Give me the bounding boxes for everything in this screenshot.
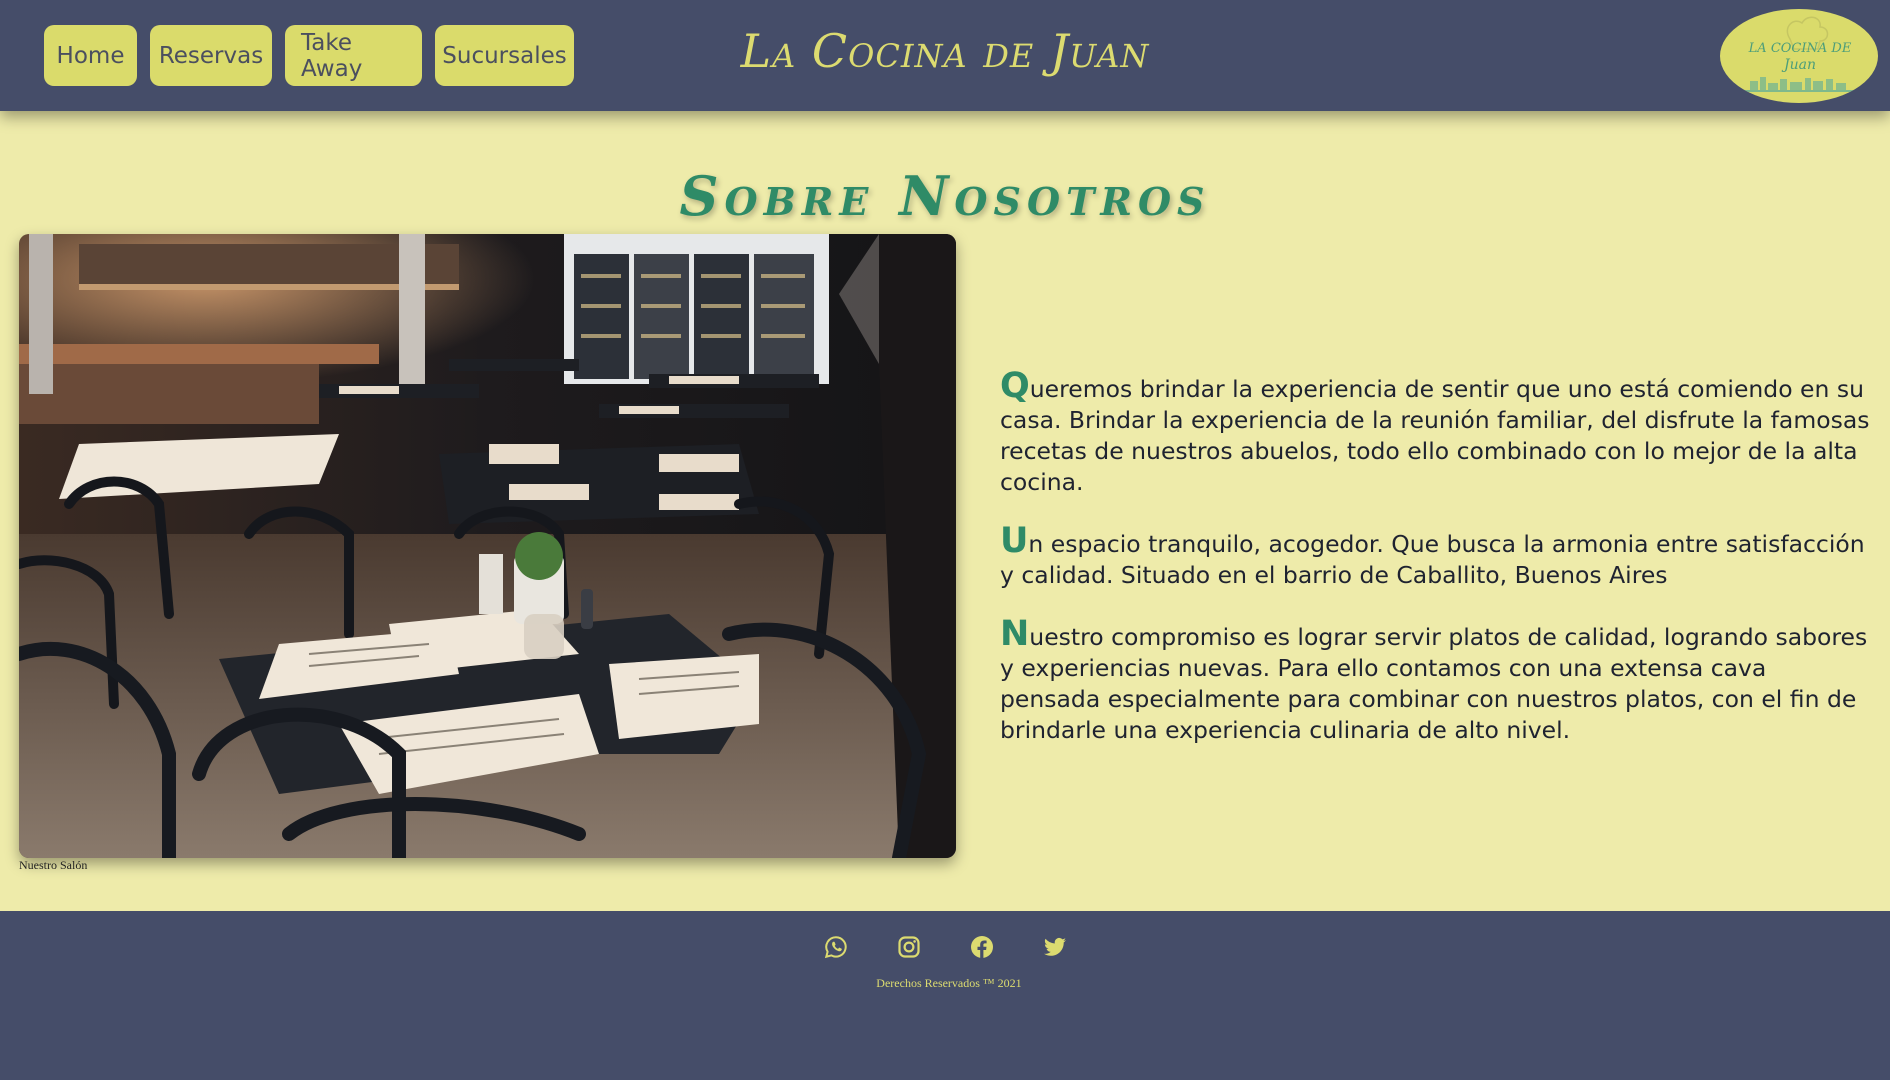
about-paragraph: Un espacio tranquilo, acogedor. Que busc… <box>1000 524 1870 591</box>
instagram-icon[interactable] <box>897 935 921 959</box>
about-paragraph: Nuestro compromiso es lograr servir plat… <box>1000 617 1870 746</box>
drop-cap: U <box>1000 521 1029 561</box>
site-footer: Derechos Reservados ™ 2021 <box>0 911 1890 1080</box>
about-paragraph: Queremos brindar la experiencia de senti… <box>1000 369 1870 498</box>
drop-cap: N <box>1000 614 1030 654</box>
nav-sucursales-button[interactable]: Sucursales <box>435 25 574 86</box>
svg-text:Juan: Juan <box>1781 57 1816 73</box>
site-header: Home Reservas Take Away Sucursales La Co… <box>0 0 1890 111</box>
section-title: Sobre Nosotros <box>679 164 1211 229</box>
paragraph-text: ueremos brindar la experiencia de sentir… <box>1000 375 1870 496</box>
nav-home-button[interactable]: Home <box>44 25 137 86</box>
twitter-icon[interactable] <box>1043 935 1067 959</box>
image-caption: Nuestro Salón <box>19 858 88 872</box>
whatsapp-icon[interactable] <box>824 935 848 959</box>
social-links <box>0 935 1890 959</box>
site-logo[interactable]: LA COCINA DE Juan <box>1720 9 1878 103</box>
nav-take-away-button[interactable]: Take Away <box>285 25 422 86</box>
nav-reservas-button[interactable]: Reservas <box>150 25 272 86</box>
svg-text:LA COCINA DE: LA COCINA DE <box>1748 41 1852 56</box>
main-nav: Home Reservas Take Away Sucursales <box>44 25 574 86</box>
facebook-icon[interactable] <box>970 935 994 959</box>
about-text: Queremos brindar la experiencia de senti… <box>1000 369 1870 777</box>
paragraph-text: n espacio tranquilo, acogedor. Que busca… <box>1000 530 1865 589</box>
paragraph-text: uestro compromiso es lograr servir plato… <box>1000 623 1868 744</box>
restaurant-photo <box>19 234 956 858</box>
copyright-text: Derechos Reservados ™ 2021 <box>876 976 1022 990</box>
drop-cap: Q <box>1000 366 1030 406</box>
